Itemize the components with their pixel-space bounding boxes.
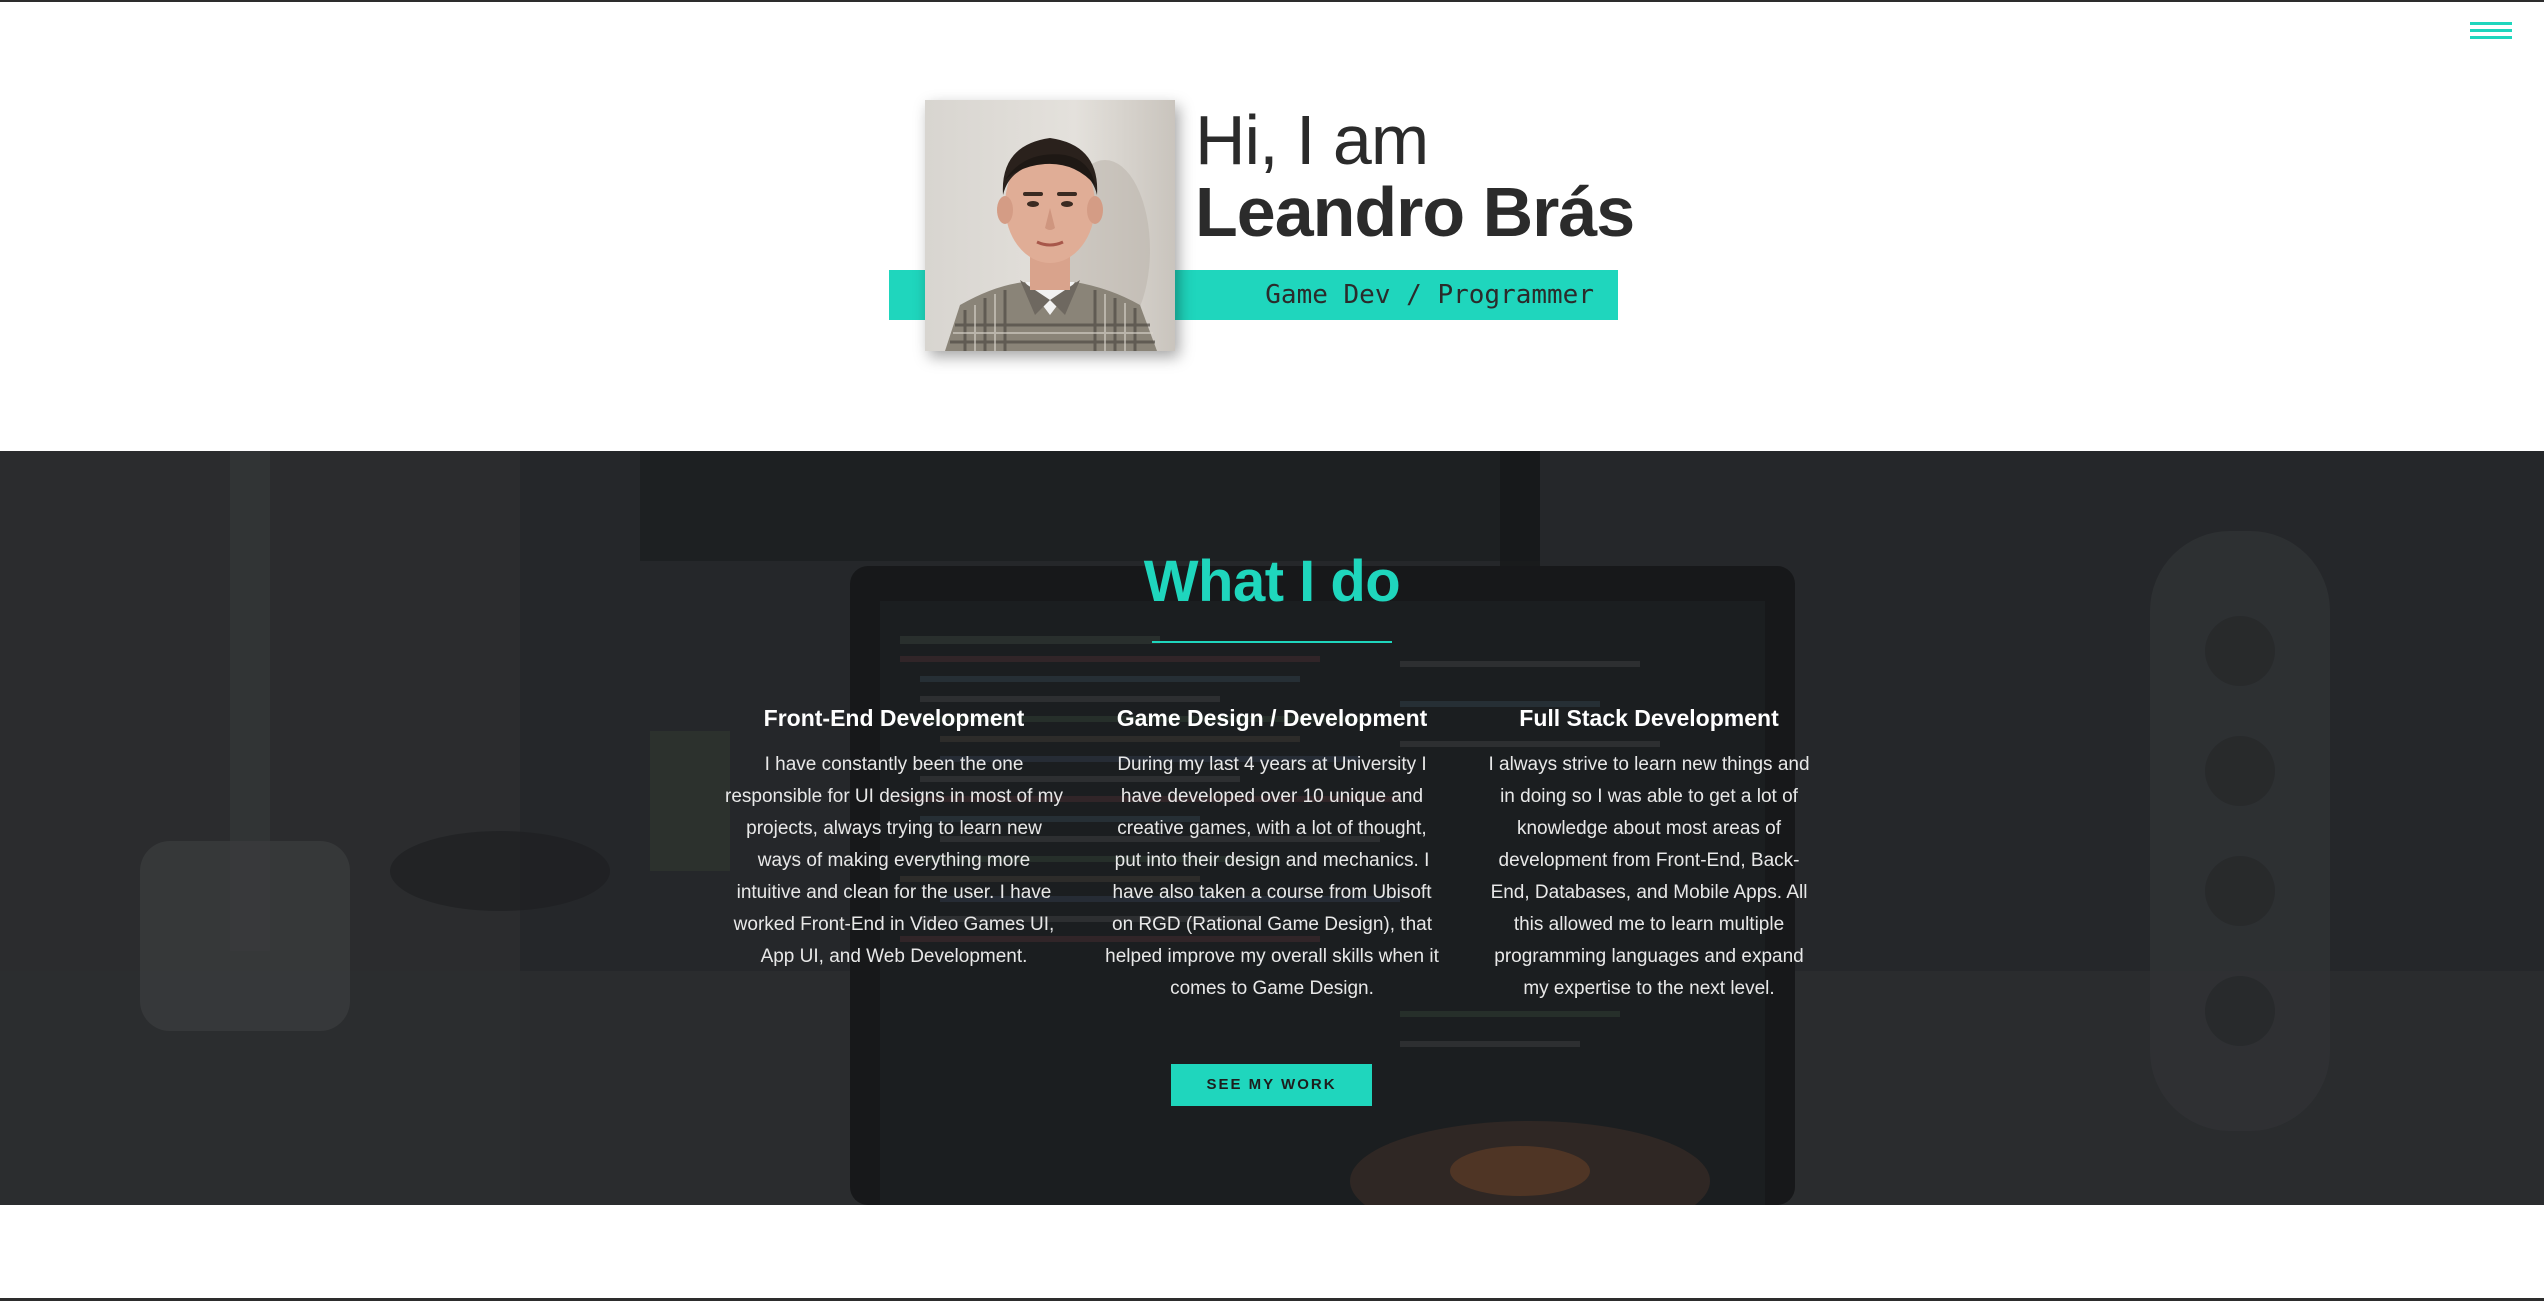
see-my-work-button[interactable]: SEE MY WORK bbox=[1171, 1064, 1372, 1106]
service-title: Game Design / Development bbox=[1116, 705, 1428, 731]
service-description: I have constantly been the one responsib… bbox=[725, 754, 1063, 967]
what-i-do-section: What I do Front-End Development I have c… bbox=[0, 451, 2544, 1205]
profile-photo bbox=[925, 100, 1175, 351]
service-description: I always strive to learn new things and … bbox=[1488, 754, 1810, 999]
service-description: During my last 4 years at University I h… bbox=[1105, 754, 1439, 999]
section-title: What I do bbox=[1143, 549, 1401, 614]
service-title: Front-End Development bbox=[763, 705, 1025, 731]
service-title: Full Stack Development bbox=[1519, 705, 1779, 731]
service-card: Full Stack Development I always strive t… bbox=[1479, 701, 1819, 1005]
title-underline bbox=[1152, 641, 1392, 643]
service-card: Front-End Development I have constantly … bbox=[724, 701, 1064, 973]
hero-section: Game Dev / Programmer Hi, I am Leandro B… bbox=[0, 0, 2544, 451]
role-text: Game Dev / Programmer bbox=[1265, 280, 1594, 310]
service-card: Game Design / Development During my last… bbox=[1102, 701, 1442, 1005]
hero-name: Leandro Brás bbox=[1195, 173, 1635, 251]
